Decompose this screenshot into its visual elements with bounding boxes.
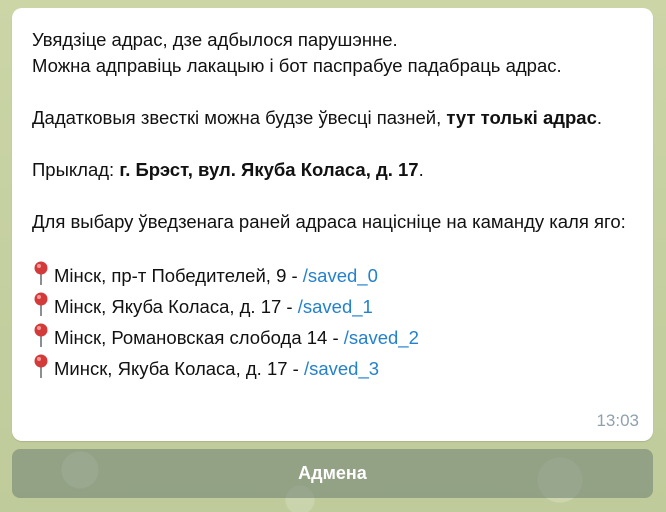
saved-address-text: Мінск, Романовская слобода 14 - (54, 327, 344, 348)
pin-icon (32, 261, 54, 292)
pin-icon (32, 323, 54, 354)
message-line-1: Увядзіце адрас, дзе адбылося парушэнне. (32, 29, 398, 50)
saved-address-item: Мінск, пр-т Победителей, 9 - /saved_0 (32, 261, 633, 292)
saved-address-text: Мінск, Якуба Коласа, д. 17 - (54, 296, 298, 317)
message-choose-text: Для выбару ўведзенага раней адраса націс… (32, 211, 626, 232)
saved-address-item: Мінск, Романовская слобода 14 - /saved_2 (32, 323, 633, 354)
example-label: Прыклад: (32, 159, 120, 180)
saved-command-link[interactable]: /saved_3 (304, 358, 379, 379)
saved-address-item: Минск, Якуба Коласа, д. 17 - /saved_3 (32, 354, 633, 385)
bot-message-bubble: Увядзіце адрас, дзе адбылося парушэнне. … (12, 8, 653, 441)
saved-command-link[interactable]: /saved_0 (303, 265, 378, 286)
message-line-2: Можна адправіць лакацыю і бот паспрабуе … (32, 55, 562, 76)
message-timestamp: 13:03 (596, 411, 639, 430)
cancel-button[interactable]: Адмена (12, 449, 653, 498)
message-example: Прыклад: г. Брэст, вул. Якуба Коласа, д.… (32, 157, 633, 183)
message-extra-info: Дадатковыя звесткі можна будзе ўвесці па… (32, 105, 633, 131)
pin-icon (32, 354, 54, 385)
extra-info-suffix: . (596, 107, 603, 128)
saved-command-link[interactable]: /saved_2 (344, 327, 419, 348)
saved-address-text: Мінск, пр-т Победителей, 9 - (54, 265, 303, 286)
saved-command-link[interactable]: /saved_1 (298, 296, 373, 317)
example-suffix: . (418, 159, 424, 180)
extra-info-text: Дадатковыя звесткі можна будзе ўвесці па… (32, 107, 447, 128)
saved-address-text: Минск, Якуба Коласа, д. 17 - (54, 358, 304, 379)
example-address: г. Брэст, вул. Якуба Коласа, д. 17 (119, 159, 419, 180)
pin-icon (32, 292, 54, 323)
extra-info-bold: тут толькі адрас (446, 107, 597, 128)
saved-address-item: Мінск, Якуба Коласа, д. 17 - /saved_1 (32, 292, 633, 323)
